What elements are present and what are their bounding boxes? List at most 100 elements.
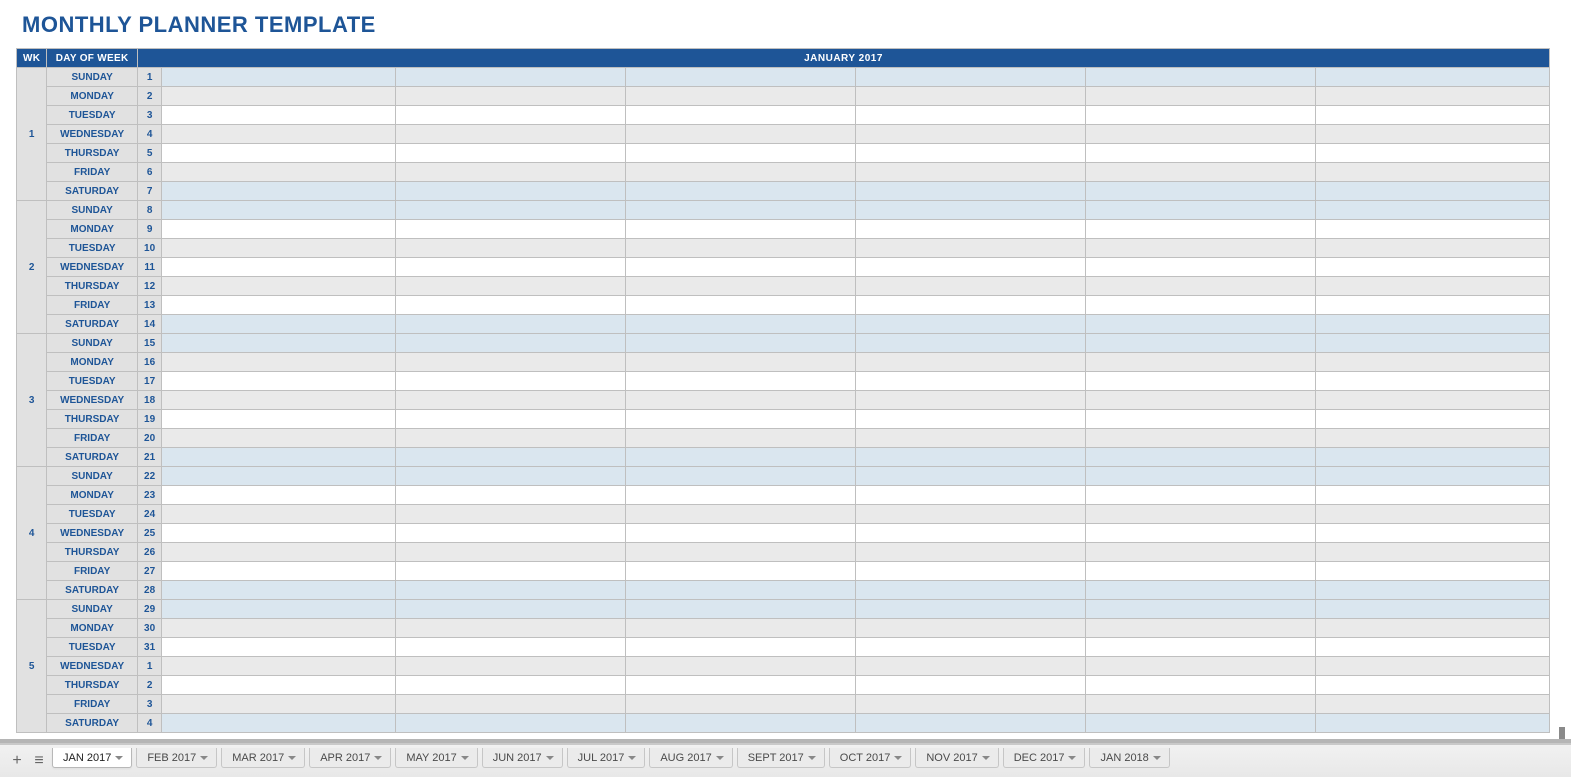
planner-cell[interactable] <box>162 543 396 562</box>
sheet-tab[interactable]: DEC 2017 <box>1003 748 1086 768</box>
planner-cell[interactable] <box>396 410 626 429</box>
chevron-down-icon[interactable] <box>546 756 554 760</box>
planner-cell[interactable] <box>626 296 856 315</box>
planner-cell[interactable] <box>856 676 1086 695</box>
planner-cell[interactable] <box>396 600 626 619</box>
planner-cell[interactable] <box>856 106 1086 125</box>
planner-cell[interactable] <box>396 163 626 182</box>
planner-cell[interactable] <box>626 68 856 87</box>
planner-cell[interactable] <box>396 524 626 543</box>
planner-cell[interactable] <box>856 277 1086 296</box>
planner-cell[interactable] <box>1085 334 1315 353</box>
planner-cell[interactable] <box>162 391 396 410</box>
planner-cell[interactable] <box>1315 486 1549 505</box>
planner-cell[interactable] <box>162 87 396 106</box>
planner-cell[interactable] <box>162 619 396 638</box>
planner-cell[interactable] <box>396 448 626 467</box>
planner-cell[interactable] <box>1085 258 1315 277</box>
planner-cell[interactable] <box>396 296 626 315</box>
planner-cell[interactable] <box>396 619 626 638</box>
planner-cell[interactable] <box>396 201 626 220</box>
sheet-tab[interactable]: JAN 2017 <box>52 748 132 768</box>
planner-cell[interactable] <box>1085 600 1315 619</box>
planner-cell[interactable] <box>162 182 396 201</box>
planner-cell[interactable] <box>162 239 396 258</box>
sheet-tab[interactable]: NOV 2017 <box>915 748 998 768</box>
planner-cell[interactable] <box>162 448 396 467</box>
planner-cell[interactable] <box>162 372 396 391</box>
planner-cell[interactable] <box>1315 125 1549 144</box>
planner-cell[interactable] <box>396 220 626 239</box>
planner-cell[interactable] <box>1085 144 1315 163</box>
planner-cell[interactable] <box>1315 505 1549 524</box>
planner-cell[interactable] <box>162 429 396 448</box>
planner-cell[interactable] <box>1315 277 1549 296</box>
planner-cell[interactable] <box>162 410 396 429</box>
chevron-down-icon[interactable] <box>808 756 816 760</box>
planner-cell[interactable] <box>1315 391 1549 410</box>
planner-cell[interactable] <box>162 220 396 239</box>
planner-cell[interactable] <box>1085 125 1315 144</box>
planner-cell[interactable] <box>162 562 396 581</box>
planner-cell[interactable] <box>1315 600 1549 619</box>
planner-cell[interactable] <box>626 353 856 372</box>
planner-cell[interactable] <box>396 68 626 87</box>
chevron-down-icon[interactable] <box>982 756 990 760</box>
sheet-tab[interactable]: MAR 2017 <box>221 748 305 768</box>
planner-cell[interactable] <box>162 163 396 182</box>
planner-cell[interactable] <box>162 600 396 619</box>
planner-cell[interactable] <box>1085 638 1315 657</box>
planner-cell[interactable] <box>856 448 1086 467</box>
planner-cell[interactable] <box>1085 562 1315 581</box>
planner-cell[interactable] <box>162 657 396 676</box>
chevron-down-icon[interactable] <box>200 756 208 760</box>
planner-cell[interactable] <box>856 220 1086 239</box>
planner-cell[interactable] <box>162 714 396 733</box>
planner-cell[interactable] <box>856 695 1086 714</box>
planner-cell[interactable] <box>162 581 396 600</box>
planner-cell[interactable] <box>1315 638 1549 657</box>
planner-cell[interactable] <box>162 676 396 695</box>
planner-cell[interactable] <box>162 467 396 486</box>
planner-cell[interactable] <box>162 524 396 543</box>
planner-cell[interactable] <box>626 391 856 410</box>
chevron-down-icon[interactable] <box>894 756 902 760</box>
planner-cell[interactable] <box>1315 163 1549 182</box>
chevron-down-icon[interactable] <box>288 756 296 760</box>
planner-cell[interactable] <box>1315 144 1549 163</box>
planner-cell[interactable] <box>1315 543 1549 562</box>
chevron-down-icon[interactable] <box>716 756 724 760</box>
planner-cell[interactable] <box>1315 182 1549 201</box>
planner-cell[interactable] <box>1085 106 1315 125</box>
chevron-down-icon[interactable] <box>115 756 123 760</box>
planner-cell[interactable] <box>1315 334 1549 353</box>
planner-cell[interactable] <box>162 505 396 524</box>
planner-cell[interactable] <box>1315 296 1549 315</box>
planner-cell[interactable] <box>162 315 396 334</box>
planner-cell[interactable] <box>396 106 626 125</box>
sheet-tab[interactable]: JUL 2017 <box>567 748 646 768</box>
planner-cell[interactable] <box>396 714 626 733</box>
planner-cell[interactable] <box>626 657 856 676</box>
sheet-tab[interactable]: APR 2017 <box>309 748 391 768</box>
planner-cell[interactable] <box>396 182 626 201</box>
planner-cell[interactable] <box>856 182 1086 201</box>
planner-cell[interactable] <box>626 372 856 391</box>
planner-cell[interactable] <box>1315 258 1549 277</box>
planner-cell[interactable] <box>1085 372 1315 391</box>
planner-cell[interactable] <box>396 125 626 144</box>
planner-cell[interactable] <box>396 87 626 106</box>
planner-cell[interactable] <box>626 144 856 163</box>
planner-cell[interactable] <box>1315 714 1549 733</box>
planner-cell[interactable] <box>856 163 1086 182</box>
planner-cell[interactable] <box>626 486 856 505</box>
planner-cell[interactable] <box>856 638 1086 657</box>
planner-cell[interactable] <box>396 581 626 600</box>
chevron-down-icon[interactable] <box>461 756 469 760</box>
planner-cell[interactable] <box>626 448 856 467</box>
chevron-down-icon[interactable] <box>628 756 636 760</box>
planner-cell[interactable] <box>856 68 1086 87</box>
planner-cell[interactable] <box>396 695 626 714</box>
planner-cell[interactable] <box>856 619 1086 638</box>
planner-cell[interactable] <box>1315 676 1549 695</box>
